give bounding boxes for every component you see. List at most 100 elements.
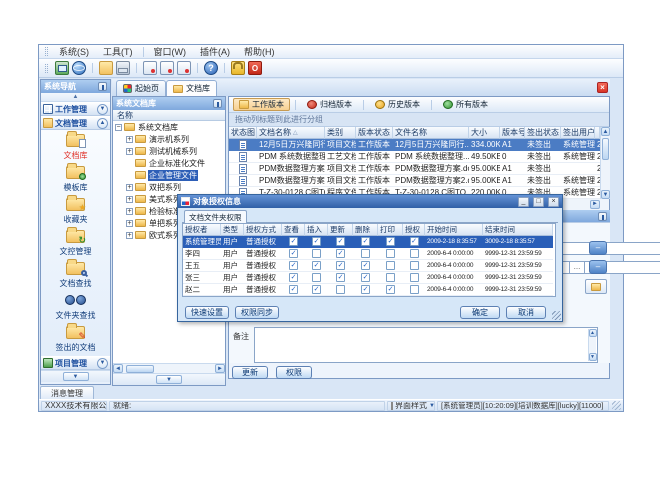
file-row[interactable]: PDM 系统数据整理检...工艺文档工作版本PDM 系统数据整理...49.50… <box>229 151 600 163</box>
tree-node-企业标准化文件[interactable]: 企业标准化文件 <box>113 157 225 169</box>
lock-icon[interactable] <box>231 61 245 75</box>
button-所有版本[interactable]: 所有版本 <box>437 98 494 111</box>
checkbox-unchecked[interactable] <box>410 285 419 294</box>
column-header-授权者[interactable]: 授权者 <box>183 224 221 236</box>
remark-textarea[interactable]: ▲ ▼ <box>254 327 598 363</box>
column-header-签出状态[interactable]: 签出状态 <box>525 127 561 139</box>
checkbox-checked[interactable]: ✓ <box>336 237 345 246</box>
sidebar-item-文控管理[interactable]: ↻文控管理 <box>41 226 110 258</box>
window-page-1-icon[interactable] <box>143 61 157 75</box>
sidebar-item-模板库[interactable]: 模板库 <box>41 162 110 194</box>
column-header-状态图[interactable]: 状态图 <box>229 127 257 139</box>
column-header-开始时间[interactable]: 开始时间 <box>425 224 483 236</box>
column-header-版本号[interactable]: 版本号 <box>500 127 525 139</box>
sidebar-group-project[interactable]: 项目管理 ▼ <box>41 356 110 370</box>
close-icon[interactable]: × <box>597 82 608 93</box>
scroll-up-icon[interactable]: ▲ <box>589 329 597 337</box>
permission-sync-button[interactable]: 权限同步 <box>235 306 279 319</box>
checkbox-checked[interactable]: ✓ <box>386 285 395 294</box>
sidebar-item-文档库[interactable]: 文档库 <box>41 130 110 162</box>
field-action-icon[interactable]: – <box>589 260 607 274</box>
sidebar-item-文档查找[interactable]: 文档查找 <box>41 258 110 290</box>
checkbox-unchecked[interactable] <box>410 273 419 282</box>
chevron-down-icon[interactable]: ▼ <box>156 375 182 384</box>
permission-row[interactable]: 系统管理员用户普通授权✓✓✓✓✓✓2009-2-18 8:35:573009-2… <box>183 236 555 248</box>
pin-icon[interactable] <box>213 99 222 108</box>
permission-row[interactable]: 赵二用户普通授权✓✓✓✓2009-6-4 0:00:009999-12-31 2… <box>183 284 555 296</box>
help-icon[interactable] <box>204 61 218 75</box>
column-header-插入[interactable]: 插入 <box>305 224 328 236</box>
interface-style-selector[interactable]: 界面样式 ▼ <box>387 401 435 411</box>
scroll-down-icon[interactable]: ▼ <box>589 353 597 361</box>
ellipsis-icon[interactable]: … <box>569 261 585 274</box>
tree-node-演示机系列[interactable]: +演示机系列 <box>113 133 225 145</box>
tab-文档库[interactable]: 文档库 <box>166 80 217 96</box>
checkbox-checked[interactable]: ✓ <box>336 261 345 270</box>
column-header-结束时间[interactable]: 结束时间 <box>483 224 553 236</box>
permission-button[interactable]: 权限 <box>276 366 312 379</box>
checkbox-checked[interactable]: ✓ <box>410 237 419 246</box>
quick-setup-button[interactable]: 快速设置 <box>185 306 229 319</box>
ok-button[interactable]: 确定 <box>460 306 500 319</box>
column-header-类别[interactable]: 类别 <box>325 127 356 139</box>
checkbox-checked[interactable]: ✓ <box>312 237 321 246</box>
column-header-类型[interactable]: 类型 <box>221 224 244 236</box>
column-header-打印[interactable]: 打印 <box>378 224 403 236</box>
scroll-left-icon[interactable]: ◄ <box>113 364 123 373</box>
checkbox-unchecked[interactable] <box>361 249 370 258</box>
dialog-title-bar[interactable]: 对象授权信息 _ □ × <box>178 195 562 208</box>
tree-node-企业管理文件[interactable]: 企业管理文件 <box>113 169 225 181</box>
checkbox-unchecked[interactable] <box>312 249 321 258</box>
checkbox-checked[interactable]: ✓ <box>336 273 345 282</box>
checkbox-checked[interactable]: ✓ <box>361 285 370 294</box>
folder-icon[interactable] <box>99 61 113 75</box>
scroll-right-icon[interactable]: ► <box>590 200 600 209</box>
checkbox-unchecked[interactable] <box>336 285 345 294</box>
permission-row[interactable]: 王五用户普通授权✓✓✓✓2009-6-4 0:00:009999-12-31 2… <box>183 260 555 272</box>
tree-node-双把系列[interactable]: +双把系列 <box>113 181 225 193</box>
menu-item[interactable]: 窗口(W) <box>147 45 194 58</box>
checkbox-unchecked[interactable] <box>410 249 419 258</box>
tree-expander-icon[interactable]: + <box>126 196 133 203</box>
tree-expander-icon[interactable]: − <box>115 124 122 131</box>
checkbox-checked[interactable]: ✓ <box>336 249 345 258</box>
checkbox-checked[interactable]: ✓ <box>361 237 370 246</box>
tree-expander-icon[interactable]: + <box>126 220 133 227</box>
column-header-查看[interactable]: 查看 <box>282 224 305 236</box>
menu-item[interactable]: 插件(A) <box>193 45 237 58</box>
tab-folder-permissions[interactable]: 文档文件夹权限 <box>184 210 247 223</box>
column-header-大小[interactable]: 大小 <box>469 127 500 139</box>
chevron-down-icon[interactable]: ▼ <box>63 372 89 381</box>
window-page-2-icon[interactable] <box>160 61 174 75</box>
pin-icon[interactable] <box>98 82 107 91</box>
remark-scrollbar[interactable]: ▲ ▼ <box>588 329 596 361</box>
tree-expander-icon[interactable]: + <box>126 232 133 239</box>
printer-icon[interactable] <box>116 61 130 75</box>
tree-node-系统文档库[interactable]: −系统文档库 <box>113 121 225 133</box>
field-action-icon[interactable]: – <box>589 241 607 255</box>
column-header-更新[interactable]: 更新 <box>328 224 353 236</box>
button-工作版本[interactable]: 工作版本 <box>233 98 290 111</box>
file-row[interactable]: 12月5日万兴隆同行...项目文档工作版本12月5日万兴隆同行...334.00… <box>229 139 600 151</box>
minimize-icon[interactable]: _ <box>518 197 529 207</box>
open-folder-icon[interactable] <box>585 279 607 294</box>
sidebar-item-文件夹查找[interactable]: 文件夹查找 <box>41 290 110 322</box>
checkbox-checked[interactable]: ✓ <box>289 285 298 294</box>
button-历史版本[interactable]: 历史版本 <box>369 98 426 111</box>
checkbox-checked[interactable]: ✓ <box>289 273 298 282</box>
tab-起始页[interactable]: 起始页 <box>116 80 166 96</box>
maximize-icon[interactable]: □ <box>533 197 544 207</box>
scroll-up-icon[interactable]: ▲ <box>601 127 610 136</box>
file-row[interactable]: PDM数据整理方案.doc项目文档工作版本PDM数据整理方案.doc95.00K… <box>229 163 600 175</box>
power-icon[interactable] <box>248 61 262 75</box>
update-button[interactable]: 更新 <box>232 366 268 379</box>
pin-icon[interactable] <box>598 212 607 221</box>
group-by-bar[interactable]: 拖动列标题到此进行分组 <box>229 113 609 127</box>
computer-icon[interactable] <box>55 61 69 75</box>
column-header-文件名称[interactable]: 文件名称 <box>393 127 469 139</box>
checkbox-checked[interactable]: ✓ <box>312 285 321 294</box>
checkbox-checked[interactable]: ✓ <box>312 261 321 270</box>
checkbox-checked[interactable]: ✓ <box>386 237 395 246</box>
file-row[interactable]: PDM数据整理方案2.doc项目文档工作版本PDM数据整理方案2.doc95.0… <box>229 175 600 187</box>
window-page-3-icon[interactable] <box>177 61 191 75</box>
